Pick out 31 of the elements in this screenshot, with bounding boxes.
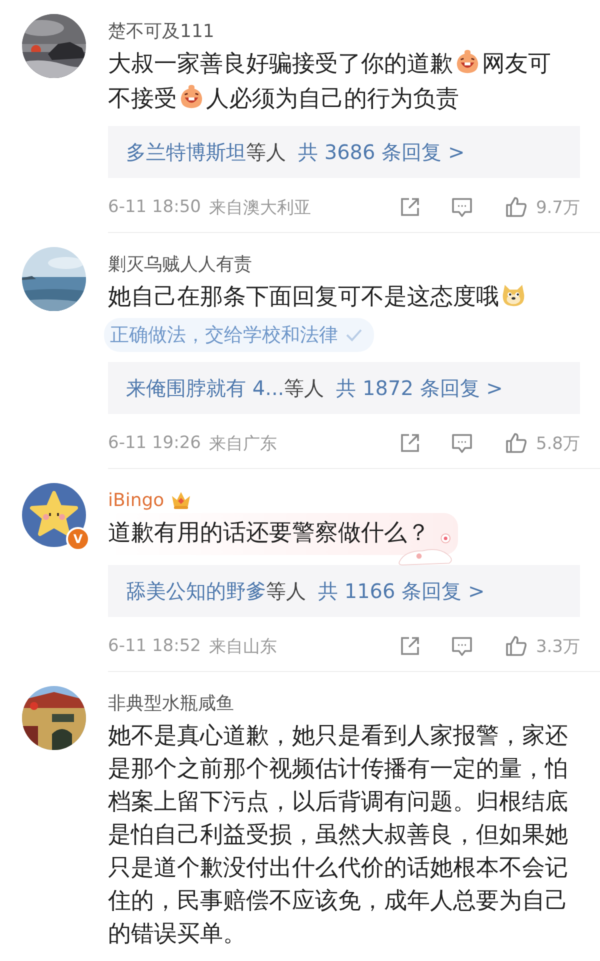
user-name[interactable]: 剿灭乌贼人人有责 bbox=[108, 252, 252, 276]
like-icon[interactable] bbox=[504, 195, 528, 219]
comment-time: 6-11 18:50 bbox=[108, 197, 201, 217]
user-name[interactable]: 非典型水瓶咸鱼 bbox=[108, 691, 234, 715]
laughing-emoji-icon bbox=[454, 48, 481, 75]
comment-text: 她不是真心道歉，她只是看到人家报警，家还是那个之前那个视频估计传播有一定的量，怕档案上留下污点，以后背调有问题。归根结底是怕自己利益受损，虽然大叔善良，但如果她只是道个歉没付出什么代价的话她根本不会记住的，民事赔偿不应该免，成年人总要为自己的错误买单。 bbox=[108, 722, 569, 949]
comment-time: 6-11 19:26 bbox=[108, 433, 201, 453]
comment-icon[interactable] bbox=[450, 195, 474, 219]
replies-link[interactable]: 多兰特博斯坦等人 共 3686 条回复 > bbox=[108, 126, 580, 178]
comment-text: 大叔一家善良好骗接受了你的道歉 bbox=[108, 51, 453, 77]
like-count: 5.8万 bbox=[536, 432, 580, 454]
comment-location: 来自山东 bbox=[208, 636, 277, 658]
comment-text: 网友可 bbox=[482, 51, 551, 77]
like-count: 3.3万 bbox=[536, 636, 580, 658]
comment-text: 不接受 bbox=[108, 86, 177, 112]
like-icon[interactable] bbox=[504, 634, 528, 658]
comment-time: 6-11 18:52 bbox=[108, 636, 201, 656]
comment-text: 人必须为自己的行为负责 bbox=[206, 86, 459, 112]
replies-link[interactable]: 来俺围脖就有 4...等人 共 1872 条回复 > bbox=[108, 362, 580, 414]
comment-text: 道歉有用的话还要警察做什么？ bbox=[108, 520, 430, 546]
verified-badge: V bbox=[66, 527, 90, 551]
laughing-emoji-icon bbox=[178, 83, 205, 110]
comment-icon[interactable] bbox=[450, 634, 474, 658]
comment-text: 她自己在那条下面回复可不是这态度哦 bbox=[108, 284, 499, 310]
comment-location: 来自广东 bbox=[208, 432, 277, 454]
user-name[interactable]: 楚不可及111 bbox=[108, 19, 214, 43]
replies-link[interactable]: 舔美公知的野爹等人 共 1166 条回复 > bbox=[108, 565, 580, 617]
like-count: 9.7万 bbox=[536, 196, 580, 218]
like-icon[interactable] bbox=[504, 431, 528, 455]
comment-icon[interactable] bbox=[450, 431, 474, 455]
comment-location: 来自澳大利亚 bbox=[208, 196, 311, 218]
